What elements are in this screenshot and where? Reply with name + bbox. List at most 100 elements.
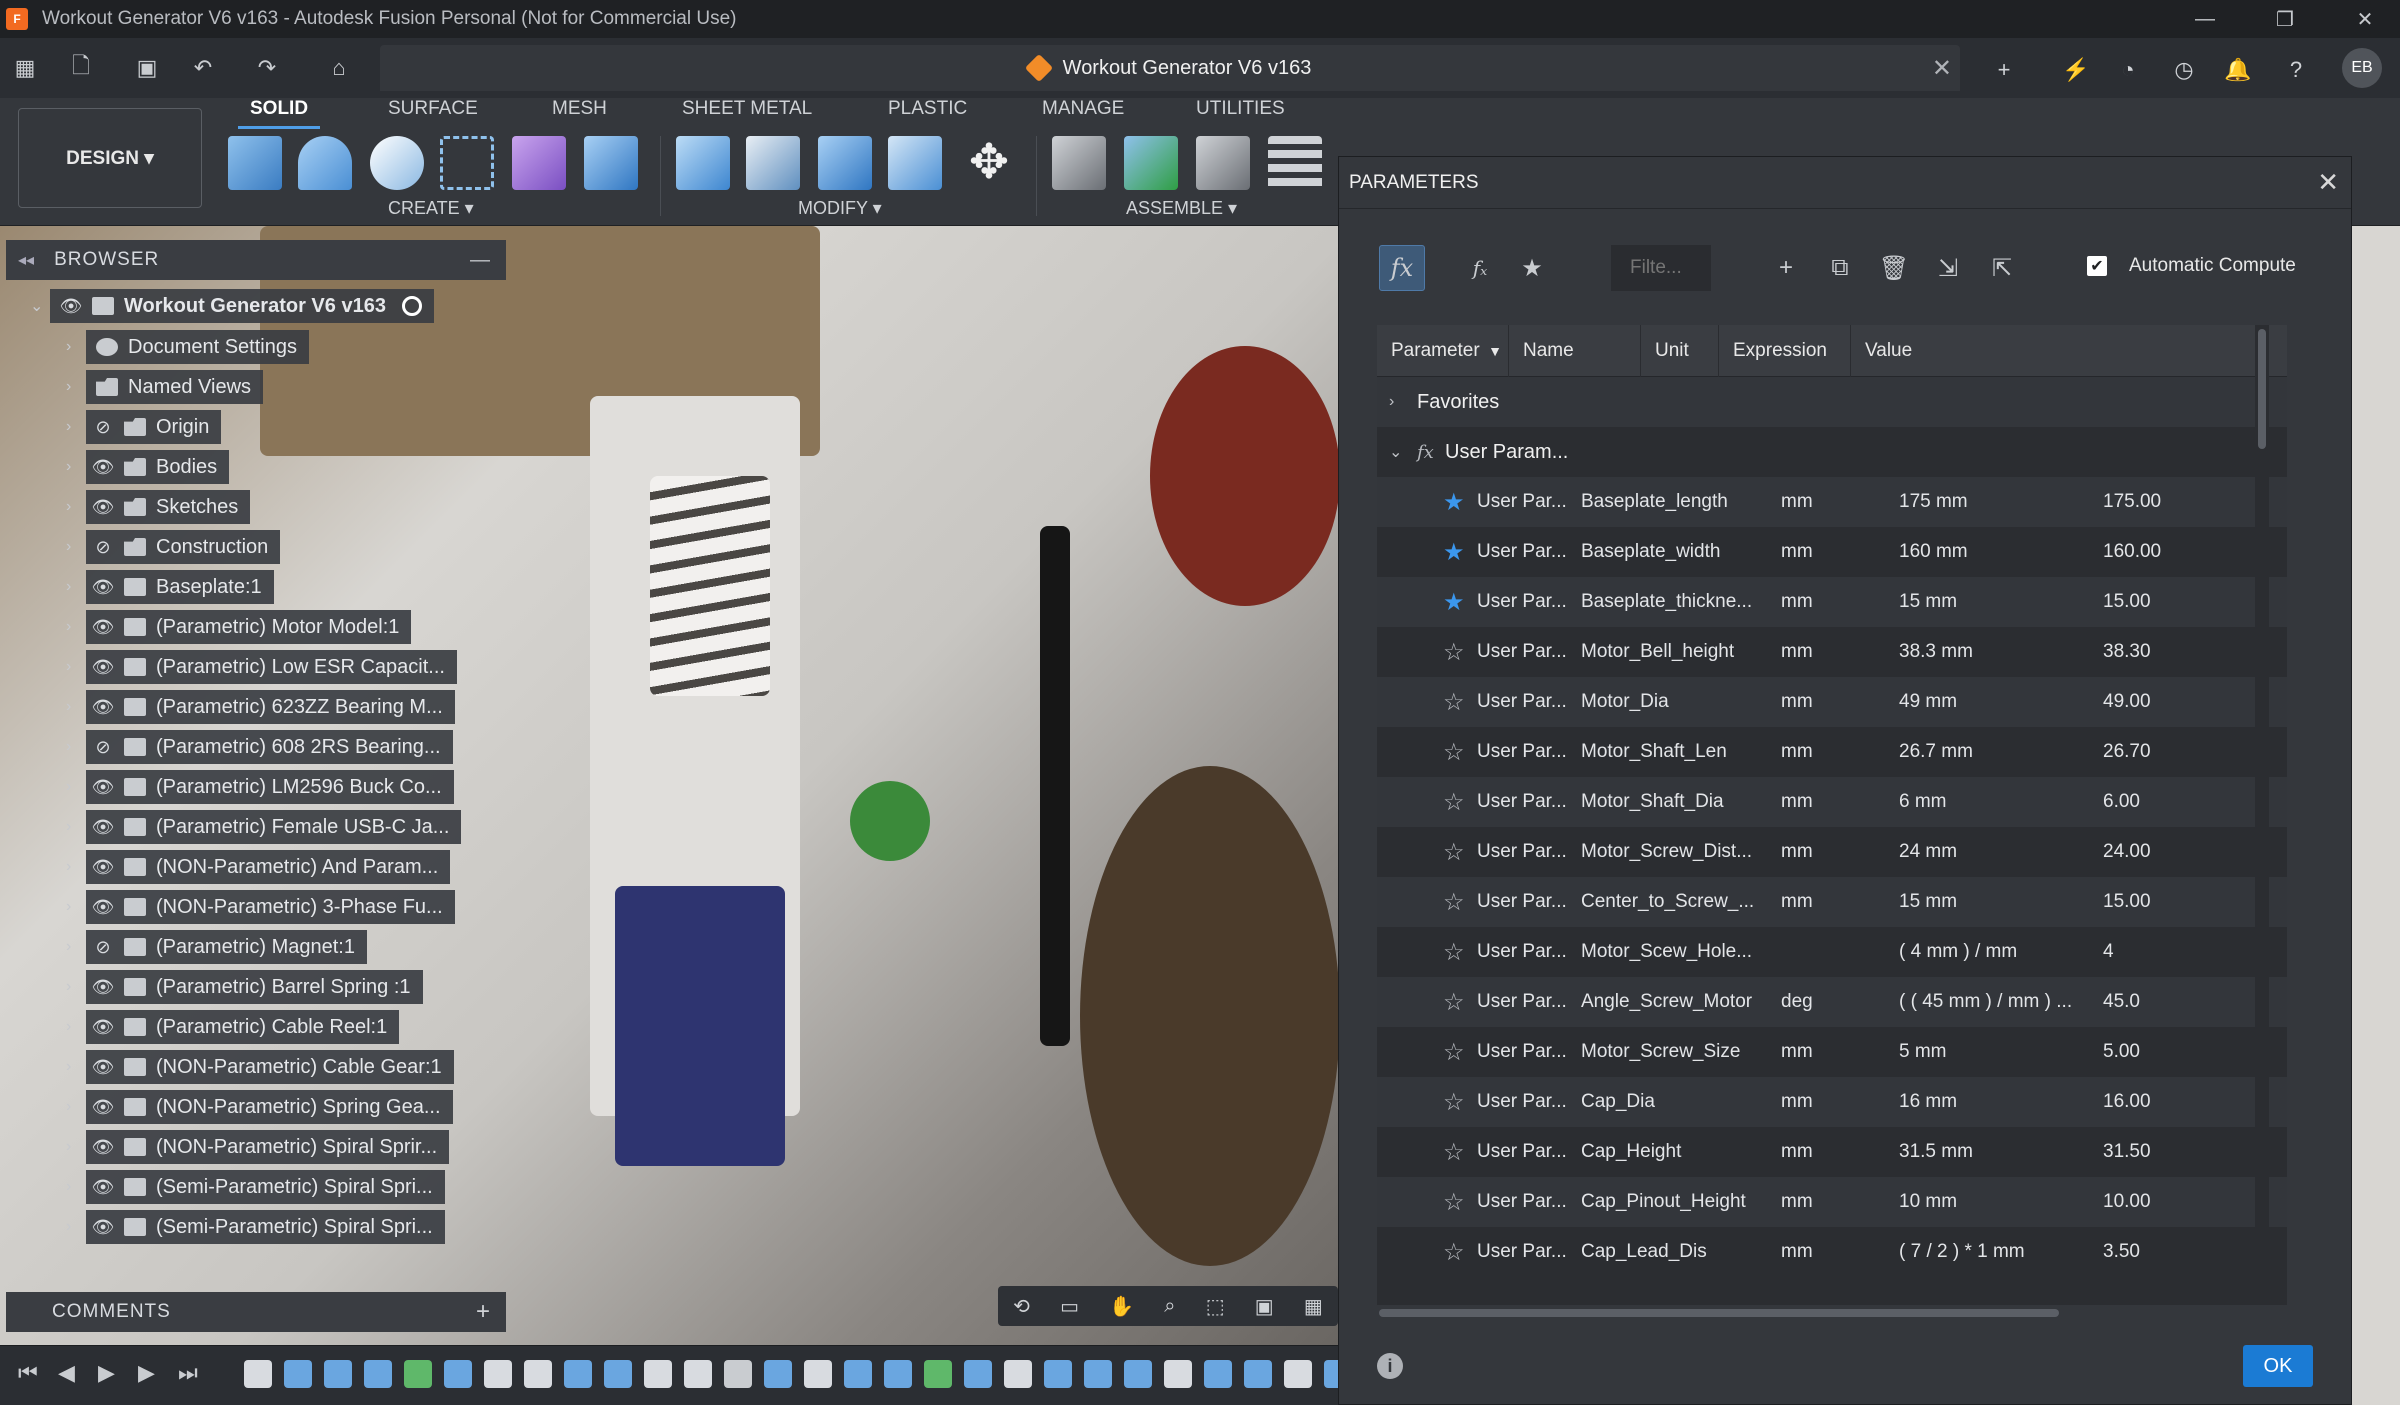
cell-expression[interactable]: 160 mm [1899,541,2095,563]
fx-parameters-icon[interactable]: fx [1379,245,1425,291]
star-outline-icon[interactable]: ☆ [1443,1138,1465,1167]
eye-icon[interactable]: 👁 [86,457,120,478]
timeline-feature-icon[interactable] [844,1360,872,1388]
eye-icon[interactable]: 👁 [86,817,120,838]
fillet-icon[interactable] [746,136,800,190]
cell-expression[interactable]: 26.7 mm [1899,741,2095,763]
close-dialog-icon[interactable]: ✕ [2317,167,2339,198]
grid-settings-icon[interactable]: ▦ [1304,1294,1323,1319]
timeline-feature-icon[interactable] [964,1360,992,1388]
table-row[interactable]: ☆ User Par... Motor_Screw_Size mm 5 mm 5.00 [1377,1027,2287,1077]
column-header-expression[interactable]: Expression [1719,325,1851,377]
tab-manage[interactable]: MANAGE [1042,98,1124,122]
tab-sheet-metal[interactable]: SHEET METAL [682,98,812,122]
minimize-button[interactable]: — [2170,0,2240,38]
timeline-feature-icon[interactable] [1124,1360,1152,1388]
look-at-icon[interactable]: ▭ [1060,1294,1079,1319]
ok-button[interactable]: OK [2243,1345,2313,1387]
timeline-feature-icon[interactable] [804,1360,832,1388]
star-outline-icon[interactable]: ☆ [1443,1238,1465,1267]
eye-icon[interactable]: 👁 [86,1137,120,1158]
table-row[interactable]: ★ User Par... Baseplate_length mm 175 mm 175.… [1377,477,2287,527]
eye-icon[interactable]: 👁 [86,1017,120,1038]
browser-item[interactable]: › 👁 (NON-Parametric) Spring Gea... [30,1089,453,1125]
move-copy-icon[interactable]: ✥ [962,136,1016,190]
timeline-feature-icon[interactable] [1244,1360,1272,1388]
timeline-feature-icon[interactable] [524,1360,552,1388]
timeline-feature-icon[interactable] [884,1360,912,1388]
timeline-feature-icon[interactable] [1164,1360,1192,1388]
timeline-feature-icon[interactable] [444,1360,472,1388]
column-header-parameter[interactable]: Parameter ▼ [1377,325,1509,377]
table-row[interactable]: ☆ User Par... Cap_Height mm 31.5 mm 31.50 [1377,1127,2287,1177]
star-filled-icon[interactable]: ★ [1443,538,1465,567]
timeline-feature-icon[interactable] [684,1360,712,1388]
as-built-joint-icon[interactable] [1196,136,1250,190]
job-status-icon[interactable]: ◷ [2166,52,2202,88]
timeline-feature-icon[interactable] [1044,1360,1072,1388]
browser-item[interactable]: › 👁 (NON-Parametric) And Param... [30,849,451,885]
browser-item[interactable]: › ⊘ Origin [30,409,222,445]
user-params-group-row[interactable]: ⌄ fx User Param... [1377,427,2287,477]
press-pull-icon[interactable] [676,136,730,190]
pan-hand-icon[interactable]: ✋ [1109,1294,1134,1319]
step-back-icon[interactable]: ◀ [58,1360,75,1386]
chevron-right-icon[interactable]: › [66,338,86,356]
cell-expression[interactable]: 24 mm [1899,841,2095,863]
chevron-down-icon[interactable]: ⌄ [30,296,50,316]
workspace-switcher-button[interactable]: DESIGN ▾ [18,108,202,208]
browser-item[interactable]: › 👁 Bodies [30,449,230,485]
create-group-label[interactable]: CREATE ▾ [388,198,474,219]
chevron-right-icon[interactable]: › [66,978,86,996]
chevron-down-icon[interactable]: ⌄ [1389,442,1402,462]
eye-hidden-icon[interactable]: ⊘ [86,737,120,758]
browser-item[interactable]: › 👁 (Parametric) LM2596 Buck Co... [30,769,454,805]
cell-expression[interactable]: ( ( 45 mm ) / mm ) ... [1899,991,2095,1013]
table-row[interactable]: ☆ User Par... Cap_Lead_Dis mm ( 7 / 2 ) * 1 … [1377,1227,2287,1277]
table-row[interactable]: ☆ User Par... Cap_Dia mm 16 mm 16.00 [1377,1077,2287,1127]
browser-collapse-chevron-icon[interactable]: ◂◂ [18,250,34,270]
column-header-unit[interactable]: Unit [1641,325,1719,377]
chevron-right-icon[interactable]: › [66,618,86,636]
timeline-feature-icon[interactable] [484,1360,512,1388]
chevron-right-icon[interactable]: › [66,1018,86,1036]
chevron-right-icon[interactable]: › [66,538,86,556]
eye-icon[interactable]: 👁 [86,777,120,798]
star-outline-icon[interactable]: ☆ [1443,1088,1465,1117]
browser-item[interactable]: › 👁 (NON-Parametric) Cable Gear:1 [30,1049,454,1085]
tab-solid[interactable]: SOLID [237,98,321,129]
table-row[interactable]: ☆ User Par... Motor_Shaft_Dia mm 6 mm 6.00 [1377,777,2287,827]
table-row[interactable]: ☆ User Par... Center_to_Screw_... mm 15 mm 15… [1377,877,2287,927]
filter-input[interactable] [1611,245,1711,291]
new-tab-plus-icon[interactable]: + [1986,52,2022,88]
online-status-icon[interactable]: ◔ [2110,52,2146,88]
star-outline-icon[interactable]: ☆ [1443,638,1465,667]
browser-minimize-icon[interactable]: — [470,249,490,272]
home-icon[interactable]: ⌂ [322,52,356,84]
add-comment-icon[interactable]: + [476,1298,490,1326]
browser-item[interactable]: › ⊘ (Parametric) 608 2RS Bearing... [30,729,453,765]
eye-icon[interactable]: 👁 [86,497,120,518]
copy-parameter-icon[interactable]: ⧉ [1817,245,1863,291]
comments-panel-header[interactable]: COMMENTS + [6,1292,506,1332]
timeline-feature-icon[interactable] [1204,1360,1232,1388]
timeline-feature-icon[interactable] [764,1360,792,1388]
chevron-right-icon[interactable]: › [66,1218,86,1236]
timeline-feature-icon[interactable] [404,1360,432,1388]
tab-plastic[interactable]: PLASTIC [888,98,967,122]
orbit-icon[interactable]: ⟲ [1013,1294,1030,1319]
cell-expression[interactable]: 31.5 mm [1899,1141,2095,1163]
chevron-right-icon[interactable]: › [66,938,86,956]
automatic-compute-toggle[interactable]: ✔ Automatic Compute [2087,255,2296,277]
horizontal-scrollbar[interactable] [1377,1305,2287,1321]
table-row[interactable]: ☆ User Par... Motor_Bell_height mm 38.3 mm 38… [1377,627,2287,677]
tab-surface[interactable]: SURFACE [388,98,478,122]
browser-item[interactable]: › Document Settings [30,329,309,365]
timeline-feature-icon[interactable] [924,1360,952,1388]
timeline-feature-icon[interactable] [364,1360,392,1388]
browser-item[interactable]: › 👁 (Parametric) Motor Model:1 [30,609,412,645]
export-parameters-icon[interactable]: ⇱ [1979,245,2025,291]
cell-expression[interactable]: 15 mm [1899,591,2095,613]
cell-expression[interactable]: 10 mm [1899,1191,2095,1213]
browser-header[interactable]: ◂◂ BROWSER — [6,240,506,280]
